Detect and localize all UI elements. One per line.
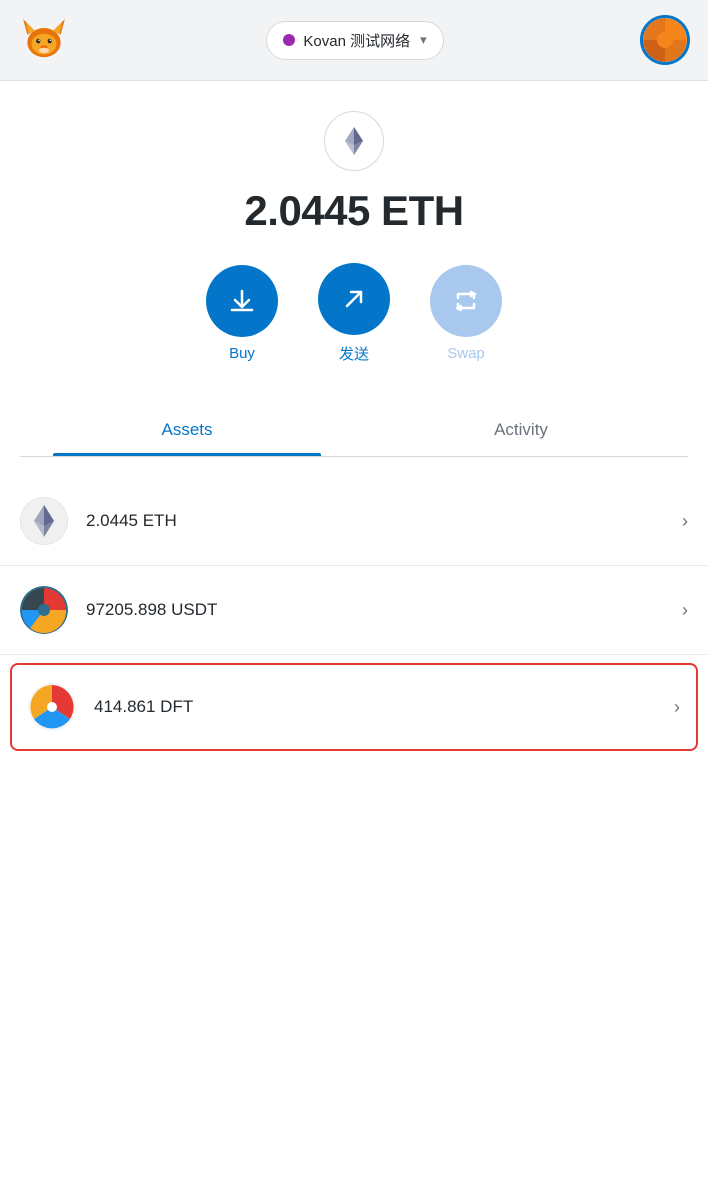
- send-button-circle: [318, 263, 390, 335]
- main-content: 2.0445 ETH Buy: [0, 81, 708, 1192]
- asset-item-usdt[interactable]: 97205.898 USDT ›: [0, 566, 708, 655]
- send-button-container[interactable]: 发送: [318, 263, 390, 364]
- swap-icon: [451, 286, 481, 316]
- swap-button-circle: [430, 265, 502, 337]
- usdt-token-icon: [20, 586, 68, 634]
- buy-button-circle: [206, 265, 278, 337]
- eth-chevron-icon: ›: [682, 511, 688, 532]
- balance-display: 2.0445 ETH: [244, 187, 463, 235]
- swap-label: Swap: [447, 345, 485, 362]
- eth-logo-icon: [335, 122, 373, 160]
- metamask-logo: [18, 14, 70, 66]
- eth-token-icon: [20, 497, 68, 545]
- tabs-container: Assets Activity: [20, 404, 688, 457]
- usdt-asset-icon: [20, 586, 68, 634]
- eth-amount: 2.0445 ETH: [86, 511, 682, 531]
- dft-token-icon: [28, 683, 76, 731]
- dft-amount: 414.861 DFT: [94, 697, 674, 717]
- network-selector[interactable]: Kovan 测试网络 ▾: [266, 21, 443, 60]
- download-icon: [227, 286, 257, 316]
- send-label: 发送: [339, 343, 369, 364]
- eth-coin-icon: [324, 111, 384, 171]
- buy-button-container[interactable]: Buy: [206, 265, 278, 362]
- usdt-chevron-icon: ›: [682, 600, 688, 621]
- asset-list: 2.0445 ETH › 97205.898 USDT ›: [0, 477, 708, 751]
- network-status-dot: [283, 34, 295, 46]
- send-icon: [339, 284, 369, 314]
- network-name: Kovan 测试网络: [303, 30, 410, 51]
- avatar-icon: [643, 18, 687, 62]
- balance-section: 2.0445 ETH Buy: [0, 81, 708, 477]
- tab-activity[interactable]: Activity: [354, 404, 688, 456]
- account-avatar[interactable]: [640, 15, 690, 65]
- action-buttons-row: Buy 发送: [206, 263, 502, 364]
- network-chevron-icon: ▾: [420, 32, 427, 48]
- usdt-amount: 97205.898 USDT: [86, 600, 682, 620]
- tab-assets[interactable]: Assets: [20, 404, 354, 456]
- dft-asset-icon: [28, 683, 76, 731]
- dft-chevron-icon: ›: [674, 697, 680, 718]
- header: Kovan 测试网络 ▾: [0, 0, 708, 81]
- buy-label: Buy: [229, 345, 255, 362]
- eth-asset-icon: [20, 497, 68, 545]
- asset-item-eth[interactable]: 2.0445 ETH ›: [0, 477, 708, 566]
- asset-item-dft[interactable]: 414.861 DFT ›: [10, 663, 698, 751]
- swap-button-container[interactable]: Swap: [430, 265, 502, 362]
